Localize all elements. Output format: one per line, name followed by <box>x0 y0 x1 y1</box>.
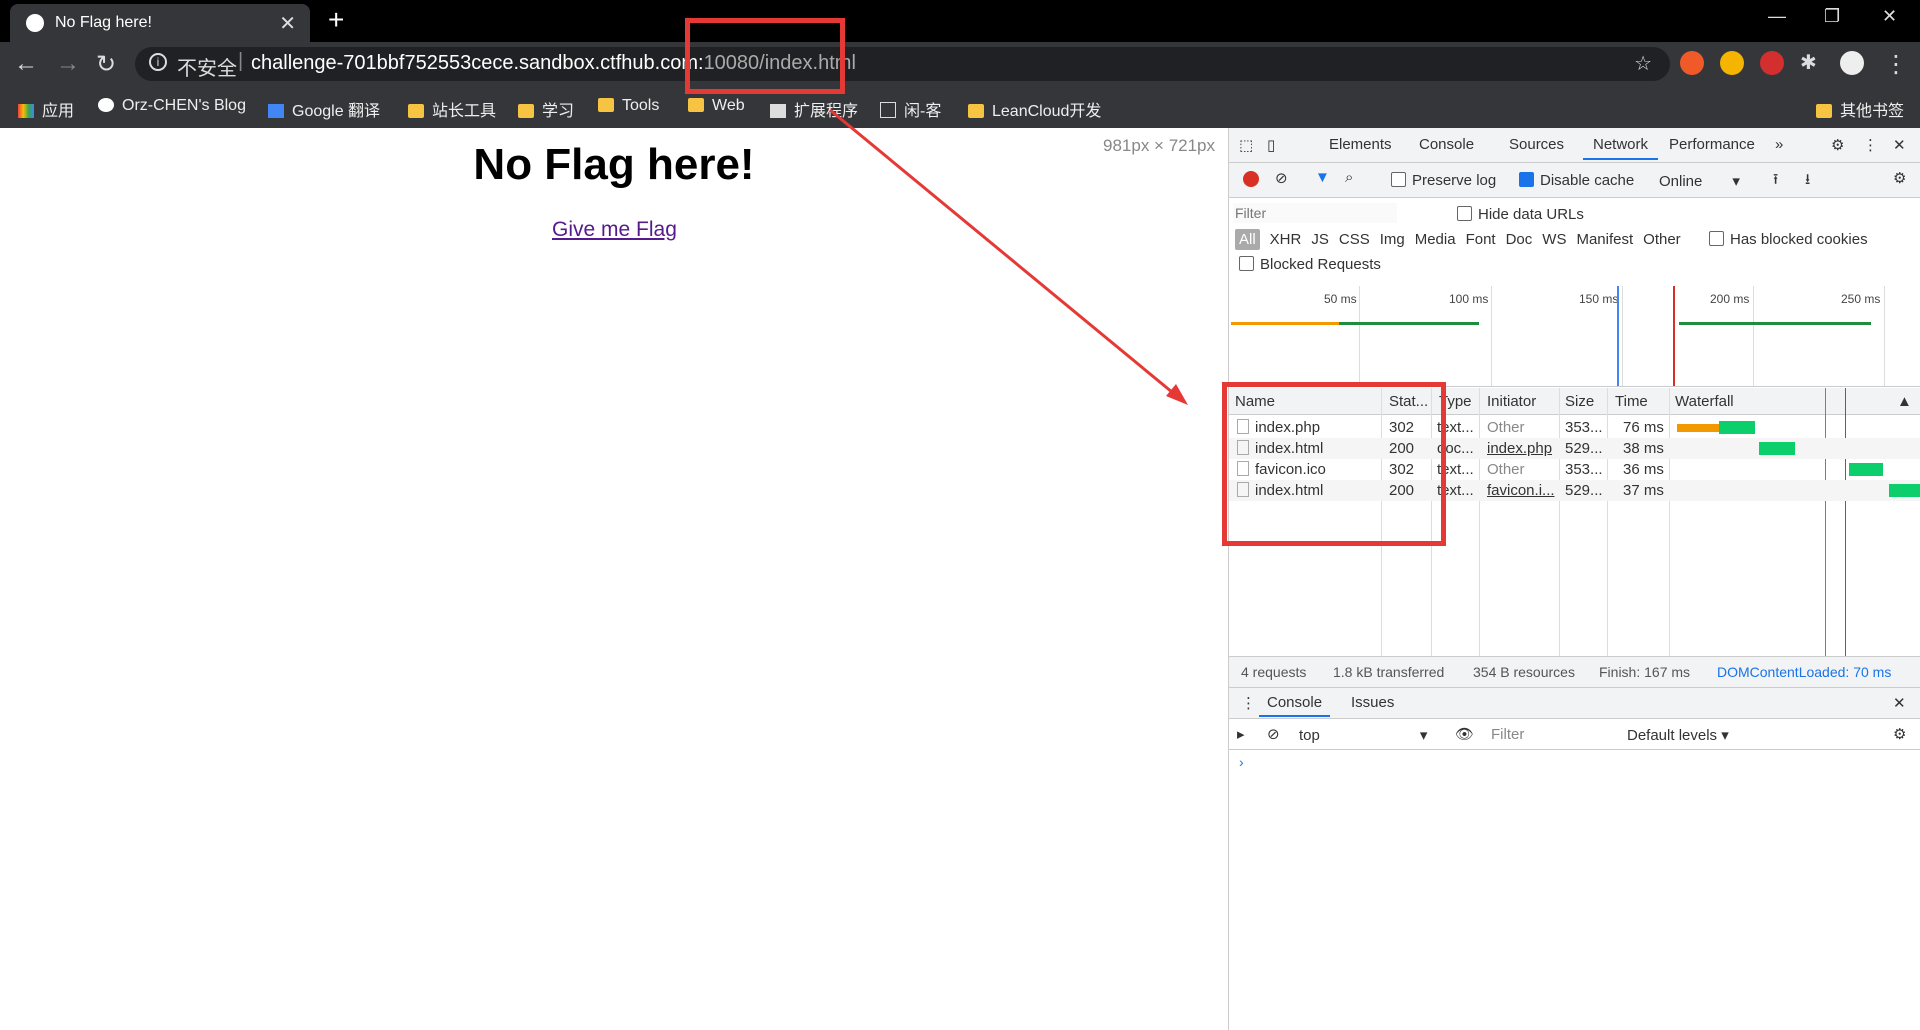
annotation-arrow <box>829 108 1188 405</box>
